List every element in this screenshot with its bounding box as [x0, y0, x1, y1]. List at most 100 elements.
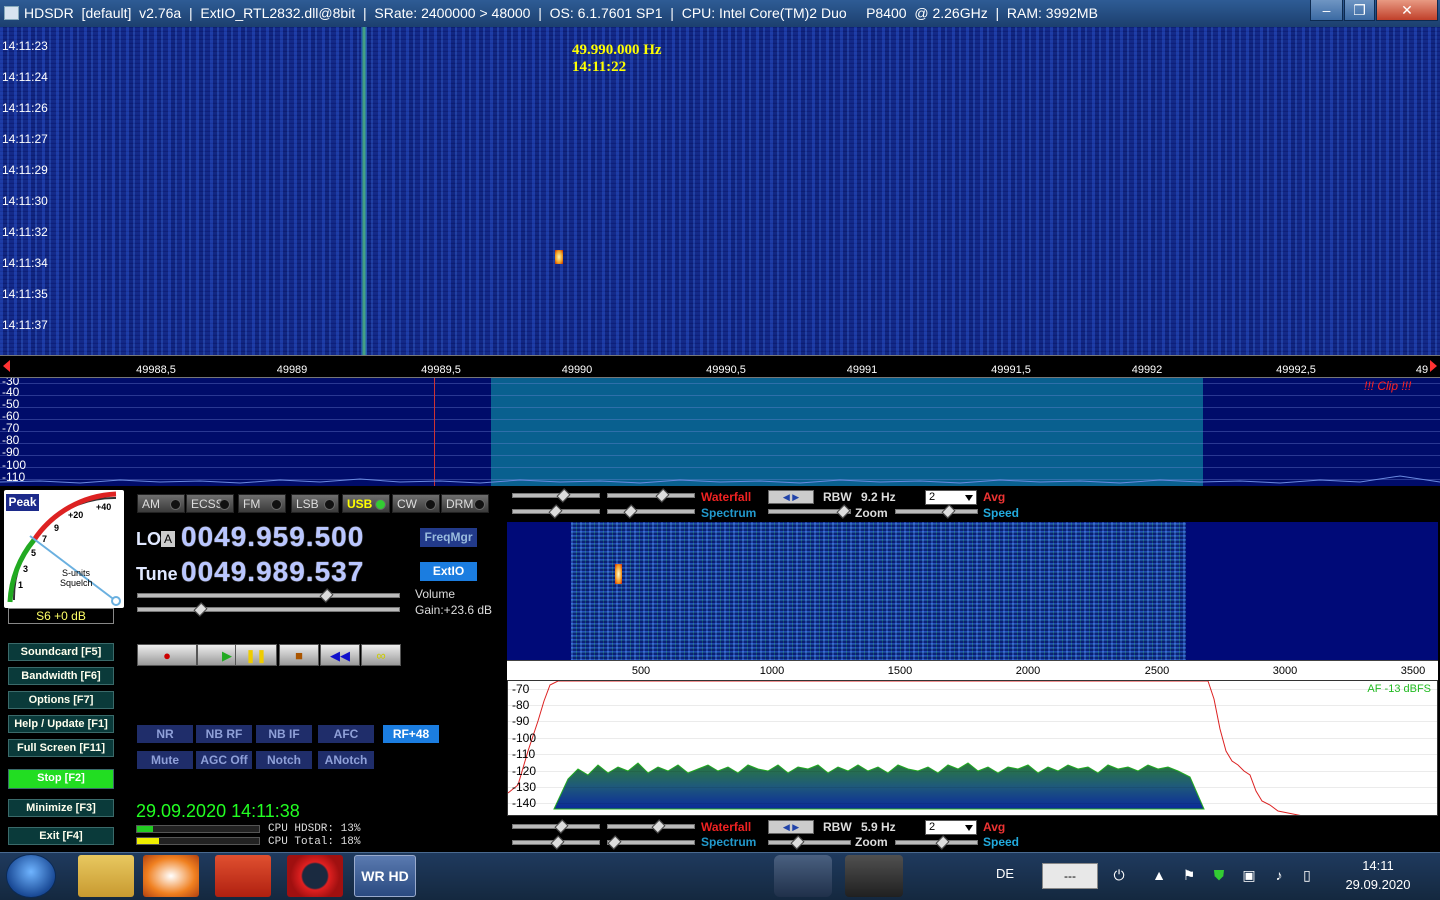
slider-knob[interactable]: [556, 488, 571, 503]
signal-strength-icon[interactable]: [845, 855, 903, 897]
volume-slider[interactable]: [137, 588, 400, 603]
slider-knob[interactable]: [935, 835, 950, 850]
af-waterfall[interactable]: [507, 522, 1438, 660]
slider-knob[interactable]: [607, 835, 622, 850]
led-icon: [474, 499, 485, 510]
system-clock[interactable]: 14:11 29.09.2020: [1338, 856, 1418, 894]
exit-button[interactable]: Exit [F4]: [8, 827, 114, 845]
zoom-slider[interactable]: [768, 835, 851, 850]
af-slider[interactable]: [512, 819, 600, 834]
mode-am-button[interactable]: AM: [137, 494, 185, 513]
af-slider[interactable]: [607, 488, 695, 503]
lo-vfo-tag[interactable]: A: [161, 531, 175, 547]
rewind-button[interactable]: ◀◀: [320, 644, 360, 666]
spectrum-trace: [0, 475, 1440, 484]
speed-slider[interactable]: [895, 835, 978, 850]
grid-line: [0, 395, 1440, 396]
mode-ecss-button[interactable]: ECSS: [186, 494, 234, 513]
maximize-button[interactable]: ❐: [1344, 0, 1375, 21]
media-player-icon[interactable]: [143, 855, 199, 897]
rf-waterfall[interactable]: 14:11:23 14:11:24 14:11:26 14:11:27 14:1…: [0, 27, 1440, 355]
close-button[interactable]: ✕: [1376, 0, 1438, 21]
mute-button[interactable]: Mute: [137, 751, 193, 769]
af-slider[interactable]: [512, 488, 600, 503]
af-slider[interactable]: [607, 819, 695, 834]
soundcard-button[interactable]: Soundcard [F5]: [8, 643, 114, 661]
anotch-button[interactable]: ANotch: [318, 751, 374, 769]
slider-knob[interactable]: [941, 504, 956, 519]
language-indicator[interactable]: DE: [996, 866, 1014, 881]
rf-plus48-button[interactable]: RF+48: [383, 725, 439, 743]
minimize-button[interactable]: –: [1310, 0, 1343, 21]
mode-cw-button[interactable]: CW: [392, 494, 440, 513]
frequency-axis[interactable]: 49988,5 49989 49989,5 49990 49990,5 4999…: [0, 355, 1440, 378]
security-shield-icon[interactable]: ⛊: [1210, 866, 1228, 884]
options-button[interactable]: Options [F7]: [8, 691, 114, 709]
record-button[interactable]: ●: [137, 644, 197, 666]
full-screen-button[interactable]: Full Screen [F11]: [8, 739, 114, 757]
network-icon[interactable]: ▣: [1240, 866, 1258, 884]
afc-button[interactable]: AFC: [318, 725, 374, 743]
scroll-right-arrow-icon[interactable]: [1430, 360, 1437, 372]
volume-icon[interactable]: ♪: [1270, 866, 1288, 884]
tray-input-box[interactable]: ---: [1042, 863, 1098, 889]
stop-playback-button[interactable]: ■: [279, 644, 319, 666]
rbw-nav-arrows[interactable]: ◀ ▶: [768, 490, 814, 504]
hdsdr-taskbar-icon[interactable]: WR HD: [354, 855, 416, 897]
minimize-app-button[interactable]: Minimize [F3]: [8, 799, 114, 817]
nb-if-button[interactable]: NB IF: [256, 725, 312, 743]
agc-off-button[interactable]: AGC Off: [196, 751, 252, 769]
slider-knob[interactable]: [554, 819, 569, 834]
powerpoint-icon[interactable]: [215, 855, 271, 897]
slider-knob[interactable]: [548, 504, 563, 519]
scroll-left-arrow-icon[interactable]: [3, 360, 10, 372]
rbw-nav-arrows[interactable]: ◀ ▶: [768, 820, 814, 834]
mode-usb-button[interactable]: USB: [342, 494, 390, 513]
app-icon[interactable]: [4, 6, 19, 20]
pause-button[interactable]: ❚❚: [235, 644, 277, 666]
slider-knob[interactable]: [651, 819, 666, 834]
opera-icon[interactable]: [287, 855, 343, 897]
freqmgr-button[interactable]: FreqMgr: [420, 528, 477, 547]
lo-frequency[interactable]: 0049.959.500: [181, 521, 364, 553]
peak-button[interactable]: Peak: [6, 494, 39, 511]
rf-spectrum[interactable]: -30 -40 -50 -60 -70 -80 -90 -100 -110 !!…: [0, 378, 1440, 486]
notch-button[interactable]: Notch: [256, 751, 312, 769]
af-slider[interactable]: [607, 835, 695, 850]
af-slider[interactable]: [512, 504, 600, 519]
zoom-slider[interactable]: [768, 504, 851, 519]
bandwidth-button[interactable]: Bandwidth [F6]: [8, 667, 114, 685]
help-update-button[interactable]: Help / Update [F1]: [8, 715, 114, 733]
mode-lsb-button[interactable]: LSB: [291, 494, 339, 513]
show-hidden-icons-icon[interactable]: ▲: [1150, 866, 1168, 884]
network-drive-icon[interactable]: [774, 855, 832, 897]
tune-frequency[interactable]: 0049.989.537: [181, 556, 364, 588]
avg-dropdown[interactable]: 2: [925, 820, 977, 835]
mode-drm-button[interactable]: DRM: [441, 494, 489, 513]
nr-button[interactable]: NR: [137, 725, 193, 743]
wireless-icon[interactable]: [912, 855, 952, 897]
af-spectrum[interactable]: -70 -80 -90 -100 -110 -120 -130 -140 AF …: [507, 680, 1438, 816]
slider-knob[interactable]: [836, 504, 851, 519]
cpu-fill: [137, 838, 159, 844]
loop-button[interactable]: ∞: [361, 644, 401, 666]
avg-dropdown[interactable]: 2: [925, 490, 977, 505]
af-slider[interactable]: [512, 835, 600, 850]
slider-knob[interactable]: [655, 488, 670, 503]
extio-button[interactable]: ExtIO: [420, 562, 477, 581]
file-explorer-icon[interactable]: [78, 855, 134, 897]
start-button-icon[interactable]: [6, 854, 56, 898]
stop-button[interactable]: Stop [F2]: [8, 769, 114, 789]
nb-rf-button[interactable]: NB RF: [196, 725, 252, 743]
speed-slider[interactable]: [895, 504, 978, 519]
gain-slider[interactable]: [137, 602, 400, 617]
af-slider[interactable]: [607, 504, 695, 519]
power-plug-icon[interactable]: ⏻: [1110, 866, 1128, 884]
slider-knob[interactable]: [623, 504, 638, 519]
mode-fm-button[interactable]: FM: [238, 494, 286, 513]
af-axis[interactable]: 500 1000 1500 2000 2500 3000 3500: [507, 660, 1438, 680]
slider-knob[interactable]: [550, 835, 565, 850]
slider-knob[interactable]: [790, 835, 805, 850]
flag-icon[interactable]: ⚑: [1180, 866, 1198, 884]
battery-icon[interactable]: ▯: [1298, 866, 1316, 884]
